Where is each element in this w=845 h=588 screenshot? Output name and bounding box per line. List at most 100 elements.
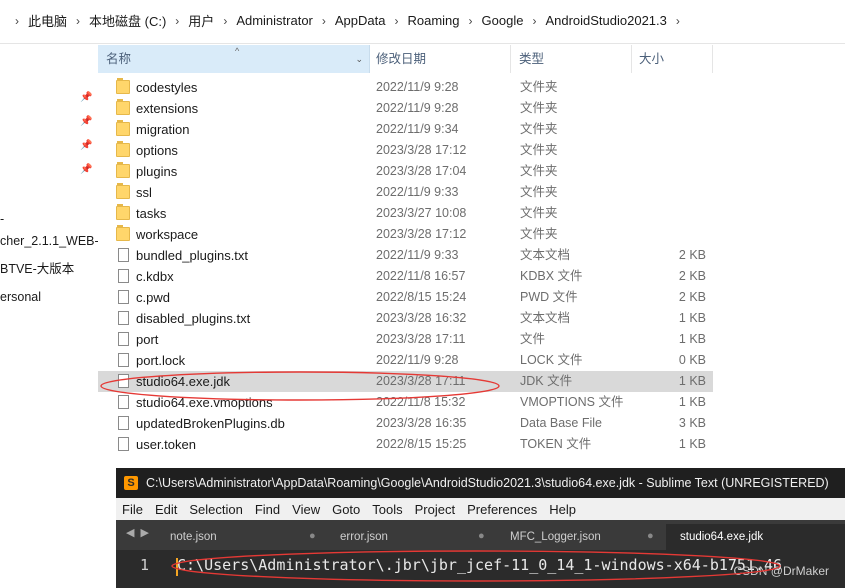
window-title: C:\Users\Administrator\AppData\Roaming\G… — [146, 476, 829, 490]
sublime-logo-icon: S — [124, 476, 138, 490]
file-row[interactable]: c.kdbx 2022/11/8 16:57 KDBX 文件 2 KB — [98, 266, 713, 287]
column-header-size[interactable]: 大小 — [631, 45, 713, 73]
chevron-right-icon[interactable]: › — [214, 14, 236, 28]
tab-mfc-logger-json[interactable]: MFC_Logger.json — [510, 524, 601, 550]
file-size: 2 KB — [678, 290, 706, 304]
file-date: 2022/11/9 9:28 — [376, 101, 459, 115]
watermark: CSDN @DrMaker — [733, 564, 829, 578]
chevron-right-icon[interactable]: › — [166, 14, 188, 28]
menu-project[interactable]: Project — [409, 502, 461, 517]
file-row[interactable]: ssl 2022/11/9 9:33 文件夹 — [98, 182, 713, 203]
file-row[interactable]: port.lock 2022/11/9 9:28 LOCK 文件 0 KB — [98, 350, 713, 371]
file-row[interactable]: updatedBrokenPlugins.db 2023/3/28 16:35 Da… — [98, 413, 713, 434]
column-header-row: ^ 名称 ⌄ 修改日期 类型 大小 — [98, 45, 845, 73]
file-size: 1 KB — [678, 437, 706, 451]
file-row-selected[interactable]: studio64.exe.jdk 2023/3/28 17:11 JDK 文件 1 K… — [98, 371, 713, 392]
file-name: codestyles — [136, 80, 198, 95]
column-header-label: 名称 — [106, 52, 132, 66]
navigation-pane[interactable]: 📌 📌 📌 📌 - cher_2.1.1_WEB-U BTVE-大版本 erso… — [0, 44, 98, 468]
breadcrumb-item[interactable]: AppData — [335, 13, 386, 28]
chevron-right-icon[interactable]: › — [385, 14, 407, 28]
file-type: VMOPTIONS 文件 — [520, 395, 624, 409]
text-file-icon — [118, 311, 129, 325]
menu-view[interactable]: View — [286, 502, 326, 517]
file-type: 文件夹 — [520, 143, 558, 157]
file-row[interactable]: migration 2022/11/9 9:34 文件夹 — [98, 119, 713, 140]
sublime-window[interactable]: S C:\Users\Administrator\AppData\Roaming… — [116, 468, 845, 588]
file-size: 3 KB — [678, 416, 706, 430]
menu-edit[interactable]: Edit — [149, 502, 183, 517]
breadcrumb-item[interactable]: 用户 — [188, 11, 214, 30]
address-bar[interactable]: › 此电脑 › 本地磁盘 (C:) › 用户 › Administrator ›… — [0, 0, 845, 44]
chevron-right-icon[interactable]: › — [460, 14, 482, 28]
file-date: 2023/3/28 17:04 — [376, 164, 467, 178]
file-type: Data Base File — [520, 416, 602, 430]
file-name: extensions — [136, 101, 199, 116]
tab-scroll-arrows-icon[interactable]: ◀▶ — [126, 526, 155, 539]
close-dot-icon[interactable]: ● — [647, 530, 654, 542]
chevron-right-icon: › — [15, 13, 19, 28]
breadcrumb-item[interactable]: Roaming — [407, 13, 459, 28]
file-list: codestyles 2022/11/9 9:28 文件夹 extensions 20… — [98, 77, 845, 455]
file-row[interactable]: port 2023/3/28 17:11 文件 1 KB — [98, 329, 713, 350]
menu-tools[interactable]: Tools — [366, 502, 408, 517]
file-size: 1 KB — [678, 374, 706, 388]
file-row[interactable]: codestyles 2022/11/9 9:28 文件夹 — [98, 77, 713, 98]
file-type: 文件 — [520, 332, 546, 346]
breadcrumb-item[interactable]: 本地磁盘 (C:) — [89, 11, 166, 30]
file-name: options — [136, 143, 178, 158]
file-date: 2022/11/9 9:33 — [376, 248, 459, 262]
file-type: 文件夹 — [520, 206, 558, 220]
breadcrumb-item[interactable]: AndroidStudio2021.3 — [545, 13, 666, 28]
tab-studio64-exe-jdk[interactable]: studio64.exe.jdk — [666, 524, 845, 550]
tab-note-json[interactable]: note.json — [170, 524, 217, 550]
file-row[interactable]: bundled_plugins.txt 2022/11/9 9:33 文本文档 2 K… — [98, 245, 713, 266]
pin-icon: 📌 — [80, 92, 93, 103]
file-size: 1 KB — [678, 332, 706, 346]
menu-file[interactable]: File — [116, 502, 149, 517]
breadcrumb-item[interactable]: 此电脑 — [28, 11, 67, 30]
file-row[interactable]: workspace 2023/3/28 17:12 文件夹 — [98, 224, 713, 245]
file-row[interactable]: studio64.exe.vmoptions 2022/11/8 15:32 VMO… — [98, 392, 713, 413]
menu-find[interactable]: Find — [249, 502, 286, 517]
chevron-right-icon[interactable]: › — [667, 14, 689, 28]
file-size: 2 KB — [678, 269, 706, 283]
column-header-type[interactable]: 类型 — [511, 45, 632, 73]
tab-bar: ◀▶ note.json ● error.json ● MFC_Logger.j… — [116, 520, 845, 550]
file-row[interactable]: plugins 2023/3/28 17:04 文件夹 — [98, 161, 713, 182]
file-name: c.kdbx — [136, 269, 174, 284]
file-icon — [118, 374, 129, 388]
sublime-title-bar[interactable]: S C:\Users\Administrator\AppData\Roaming… — [116, 468, 845, 498]
tab-error-json[interactable]: error.json — [340, 524, 388, 550]
file-row[interactable]: tasks 2023/3/27 10:08 文件夹 — [98, 203, 713, 224]
file-type: 文本文档 — [520, 248, 571, 262]
menu-help[interactable]: Help — [543, 502, 582, 517]
file-date: 2022/11/8 15:32 — [376, 395, 466, 409]
breadcrumb-item[interactable]: Google — [482, 13, 524, 28]
file-row[interactable]: c.pwd 2022/8/15 15:24 PWD 文件 2 KB — [98, 287, 713, 308]
column-header-name[interactable]: ^ 名称 ⌄ — [98, 45, 370, 73]
menu-preferences[interactable]: Preferences — [461, 502, 543, 517]
file-row[interactable]: disabled_plugins.txt 2023/3/28 16:32 文本文档 1… — [98, 308, 713, 329]
close-dot-icon[interactable]: ● — [478, 530, 485, 542]
column-header-date[interactable]: 修改日期 — [368, 45, 511, 73]
chevron-down-icon[interactable]: ⌄ — [355, 45, 363, 73]
file-row[interactable]: extensions 2022/11/9 9:28 文件夹 — [98, 98, 713, 119]
chevron-right-icon[interactable]: › — [313, 14, 335, 28]
file-date: 2023/3/28 17:11 — [376, 332, 466, 346]
menu-goto[interactable]: Goto — [326, 502, 366, 517]
menu-selection[interactable]: Selection — [183, 502, 248, 517]
code-line[interactable]: C:\Users\Administrator\.jbr\jbr_jcef-11_… — [177, 556, 782, 574]
nav-item[interactable]: ersonal — [0, 290, 41, 304]
file-icon — [118, 353, 129, 367]
nav-item[interactable]: BTVE-大版本 — [0, 258, 74, 277]
file-row[interactable]: user.token 2022/8/15 15:25 TOKEN 文件 1 KB — [98, 434, 713, 455]
file-row[interactable]: options 2023/3/28 17:12 文件夹 — [98, 140, 713, 161]
chevron-right-icon[interactable]: › — [523, 14, 545, 28]
close-dot-icon[interactable]: ● — [309, 530, 316, 542]
menu-bar: File Edit Selection Find View Goto Tools… — [116, 498, 845, 520]
chevron-right-icon[interactable]: › — [67, 14, 89, 28]
nav-item[interactable]: cher_2.1.1_WEB-U — [0, 234, 98, 248]
breadcrumb-item[interactable]: Administrator — [236, 13, 313, 28]
pin-icon: 📌 — [80, 116, 93, 127]
